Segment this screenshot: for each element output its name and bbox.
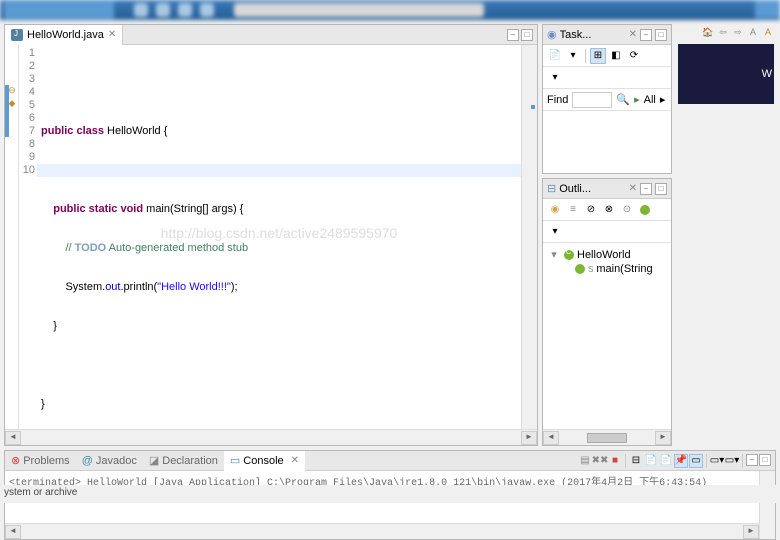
font-icon[interactable]: A bbox=[762, 27, 774, 39]
horizontal-scrollbar[interactable]: ◄ ► bbox=[5, 429, 537, 445]
panel-title: Task... bbox=[560, 29, 626, 41]
hide-nonpublic-icon[interactable]: ⊙ bbox=[619, 202, 635, 218]
minimize-icon[interactable]: ‒ bbox=[640, 183, 652, 195]
status-bar: ystem or archive bbox=[0, 485, 780, 503]
categorize-icon[interactable]: ⊞ bbox=[590, 48, 606, 64]
remove-launch-icon[interactable]: ⊟ bbox=[629, 454, 643, 468]
close-icon[interactable]: ✕ bbox=[291, 455, 299, 466]
watermark: http://blog.csdn.net/active2489595970 bbox=[161, 227, 398, 240]
outline-toolbar: ◉ ≡ ⊘ ⊗ ⊙ bbox=[543, 199, 671, 221]
editor-panel: HelloWorld.java ✕ ‒ □ ⊖ ◆ 12345678910 pu… bbox=[4, 24, 538, 446]
open-console-icon[interactable]: ▭▾ bbox=[725, 454, 739, 468]
play-icon[interactable]: ▸ bbox=[634, 93, 640, 106]
tab-console[interactable]: ▭Console✕ bbox=[224, 451, 305, 471]
task-icon: ◉ bbox=[547, 28, 557, 41]
right-strip: 🏠 ⇦ ⇨ A A W bbox=[676, 24, 776, 446]
outline-icon: ⊟ bbox=[547, 182, 556, 195]
collapse-icon[interactable]: ▾ bbox=[547, 248, 561, 261]
sync-icon[interactable]: ⟳ bbox=[626, 48, 642, 64]
maximize-icon[interactable]: □ bbox=[655, 183, 667, 195]
tab-declaration[interactable]: ◪Declaration bbox=[143, 451, 224, 471]
find-label: Find bbox=[547, 94, 568, 106]
back-icon[interactable]: ⇦ bbox=[717, 27, 729, 39]
code-editor[interactable]: public class HelloWorld { public static … bbox=[37, 45, 521, 429]
outline-tree: ▾ HelloWorld S main(String bbox=[543, 243, 671, 429]
marker-column: ⊖ ◆ bbox=[5, 45, 19, 429]
close-icon[interactable]: ✕ bbox=[629, 29, 637, 40]
pin-icon[interactable]: 📌 bbox=[674, 454, 688, 468]
task-panel: ◉ Task... ✕ ‒ □ 📄 ▾ ⊞ ◧ ⟳ ▾ Find 🔍 ▸ All… bbox=[542, 24, 672, 174]
next-icon[interactable]: ▸ bbox=[660, 93, 666, 106]
close-icon[interactable]: ✕ bbox=[108, 29, 116, 40]
show-console-icon[interactable]: ▭ bbox=[689, 454, 703, 468]
filter-icon[interactable]: ◧ bbox=[608, 48, 624, 64]
horizontal-scrollbar[interactable]: ◄► bbox=[5, 523, 759, 539]
hide-local-icon[interactable] bbox=[637, 202, 653, 218]
java-file-icon bbox=[11, 29, 23, 41]
outline-class-item[interactable]: ▾ HelloWorld bbox=[547, 247, 667, 262]
expand-icon[interactable]: ▾ bbox=[547, 70, 563, 86]
editor-tab-bar: HelloWorld.java ✕ ‒ □ bbox=[5, 25, 537, 45]
method-icon bbox=[575, 264, 585, 274]
class-icon bbox=[564, 250, 574, 260]
task-toolbar: 📄 ▾ ⊞ ◧ ⟳ bbox=[543, 45, 671, 67]
console-icon: ▭ bbox=[230, 454, 240, 467]
focus-icon[interactable]: ◉ bbox=[547, 202, 563, 218]
vertical-scrollbar[interactable] bbox=[759, 471, 775, 539]
hide-static-icon[interactable]: ⊗ bbox=[601, 202, 617, 218]
line-gutter: 12345678910 bbox=[19, 45, 37, 429]
clear-icon[interactable]: ▤ bbox=[578, 454, 592, 468]
minimize-icon[interactable]: ‒ bbox=[640, 29, 652, 41]
search-icon[interactable]: 🔍 bbox=[616, 93, 630, 106]
outline-method-item[interactable]: S main(String bbox=[547, 262, 667, 276]
minimize-icon[interactable]: ‒ bbox=[746, 454, 758, 466]
hide-fields-icon[interactable]: ⊘ bbox=[583, 202, 599, 218]
refresh-icon[interactable]: A bbox=[747, 27, 759, 39]
maximize-icon[interactable]: □ bbox=[655, 29, 667, 41]
declaration-icon: ◪ bbox=[149, 454, 159, 467]
clear-console-icon[interactable]: 📄 bbox=[644, 454, 658, 468]
dropdown-icon[interactable]: ▾ bbox=[565, 48, 581, 64]
all-label: All bbox=[644, 94, 656, 106]
editor-tab-helloworld[interactable]: HelloWorld.java ✕ bbox=[5, 25, 123, 45]
tab-javadoc[interactable]: @Javadoc bbox=[76, 451, 143, 471]
minimize-icon[interactable]: ‒ bbox=[507, 29, 519, 41]
panel-title: Outli... bbox=[559, 183, 625, 195]
new-task-icon[interactable]: 📄 bbox=[547, 48, 563, 64]
tab-problems[interactable]: ⊗Problems bbox=[5, 451, 76, 471]
welcome-thumbnail[interactable]: W bbox=[678, 44, 774, 104]
maximize-icon[interactable]: □ bbox=[521, 29, 533, 41]
warning-marker-icon[interactable]: ⊖ bbox=[6, 85, 18, 97]
browser-chrome bbox=[0, 0, 780, 20]
scroll-left-icon[interactable]: ◄ bbox=[5, 431, 21, 445]
terminate-icon[interactable]: ■ bbox=[608, 454, 622, 468]
maximize-icon[interactable]: □ bbox=[759, 454, 771, 466]
javadoc-icon: @ bbox=[82, 455, 93, 467]
expand-icon[interactable]: ▾ bbox=[547, 224, 563, 240]
home-icon[interactable]: 🏠 bbox=[702, 27, 714, 39]
warning-marker-icon[interactable]: ◆ bbox=[6, 98, 18, 110]
scroll-lock-icon[interactable]: 📄 bbox=[659, 454, 673, 468]
problems-icon: ⊗ bbox=[11, 454, 20, 467]
find-input[interactable] bbox=[572, 92, 612, 108]
tab-label: HelloWorld.java bbox=[27, 29, 104, 41]
horizontal-scrollbar[interactable]: ◄ ► bbox=[543, 429, 671, 445]
display-icon[interactable]: ▭▾ bbox=[710, 454, 724, 468]
outline-panel: ⊟ Outli... ✕ ‒ □ ◉ ≡ ⊘ ⊗ ⊙ ▾ ▾ HelloWorl… bbox=[542, 178, 672, 446]
vertical-scrollbar[interactable] bbox=[521, 45, 537, 429]
forward-icon[interactable]: ⇨ bbox=[732, 27, 744, 39]
remove-all-icon[interactable]: ✖✖ bbox=[593, 454, 607, 468]
close-icon[interactable]: ✕ bbox=[629, 183, 637, 194]
scroll-right-icon[interactable]: ► bbox=[521, 431, 537, 445]
sort-icon[interactable]: ≡ bbox=[565, 202, 581, 218]
